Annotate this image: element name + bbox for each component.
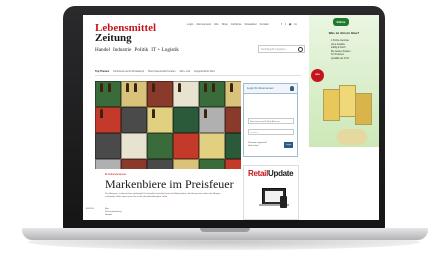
search-icon[interactable] (298, 47, 303, 52)
trial-link[interactable]: Jetzt testen! (248, 145, 267, 148)
top-link-abonnement[interactable]: Abonnement (196, 23, 211, 26)
beer-crate (173, 159, 199, 169)
nav-politik[interactable]: Politik (134, 47, 148, 53)
subnav-item[interactable]: Streit Supermarkt Kunden (148, 70, 176, 73)
beer-bottle (100, 109, 103, 118)
article-headline[interactable]: Markenbiere im Preisfeuer (105, 177, 234, 192)
beer-crate (199, 133, 225, 159)
beer-crate (95, 159, 121, 169)
top-link-shop[interactable]: Shop (222, 23, 228, 26)
beer-crate (121, 133, 147, 159)
subnav-item[interactable]: Sortimente durch Preiskampf (113, 70, 144, 73)
beer-crate (121, 159, 147, 169)
article-tags: Bier Preisentwicklung Handel (105, 208, 121, 218)
nav-it-logistik[interactable]: IT + Logistik (151, 47, 179, 53)
beer-bottle (152, 109, 155, 118)
ad-title: Was ist drin im Glas? (328, 31, 360, 35)
top-link-kontakt[interactable]: Kontakt (260, 23, 269, 26)
beer-crate (147, 159, 173, 169)
main-nav: Handel Industrie Politik IT + Logistik (95, 47, 179, 53)
beer-bottle (134, 83, 137, 92)
retail-logo-part1: Retail (248, 169, 268, 178)
login-box: Login für Abonnenten Benutzername/E-Mail… (243, 83, 298, 157)
beer-bottle (230, 83, 233, 92)
header: Lebensmittel Zeitung Login Abonnement Ab… (83, 15, 305, 59)
beer-crate (173, 81, 199, 107)
beer-crate (225, 133, 241, 159)
top-link-login[interactable]: Login (187, 23, 193, 26)
search-placeholder: Suchbegriff eingeben... (261, 48, 288, 51)
hero-image-beer-crates[interactable] (95, 81, 241, 169)
password-field[interactable]: •••••••••• (248, 129, 294, 135)
advertisement[interactable]: Kühne Was ist drin im Glas? 1 Kühne Gemü… (309, 15, 379, 147)
beer-crate (173, 107, 199, 133)
retail-update-logo: RetailUpdate (248, 169, 294, 178)
beer-bottle (204, 83, 207, 92)
username-field[interactable]: Benutzername/E-Mail-Adresse (248, 118, 294, 124)
rss-icon[interactable]: ◉ (289, 22, 292, 26)
nav-industrie[interactable]: Industrie (113, 47, 131, 53)
top-link-jobs[interactable]: Jobbörse (231, 23, 242, 26)
username-placeholder: Benutzername/E-Mail-Adresse (250, 121, 280, 123)
beer-crate (95, 107, 121, 133)
linkedin-icon[interactable]: in (294, 22, 296, 26)
beer-bottle (100, 83, 103, 92)
beer-crate (199, 159, 225, 169)
top-link-newsletter[interactable]: Newsletter (244, 23, 256, 26)
subnav-item[interactable]: Aldi + Lidl (180, 70, 190, 73)
beer-bottle (212, 83, 215, 92)
beer-bottle (108, 83, 111, 92)
beer-crate (147, 107, 173, 133)
article-teaser: Der Bierpreis ist derzeit hart umkämpft:… (105, 193, 225, 200)
top-links: Login Abonnement Abo Shop Jobbörse Newsl… (187, 23, 269, 26)
beer-bottle (178, 83, 181, 92)
ad-bullets: 1 Kühne Gemüse ohne Zusätze kräftig & fr… (331, 40, 371, 62)
social-icons: f t ◉ in (281, 22, 297, 26)
logo-line2: Zeitung (95, 32, 132, 44)
retail-logo-part2: Update (268, 169, 294, 178)
ad-bullet: Qualität seit 1722 (331, 57, 349, 60)
beer-crate (225, 81, 241, 107)
article-tag-item[interactable]: Handel (105, 214, 121, 217)
subnav-item[interactable]: Top-Themen (95, 70, 109, 73)
top-link-abo[interactable]: Abo (214, 23, 219, 26)
phone-image (280, 196, 287, 208)
login-links: Passwort vergessen? Jetzt testen! (248, 142, 267, 148)
beer-crate (173, 133, 199, 159)
twitter-icon[interactable]: t (285, 22, 286, 26)
ad-badge: NEU (311, 69, 324, 82)
subnav: Top-Themen Sortimente durch Preiskampf S… (95, 70, 301, 76)
site-logo[interactable]: Lebensmittel Zeitung (95, 23, 156, 44)
beer-bottle (152, 83, 155, 92)
beer-crate (121, 107, 147, 133)
laptop-notch (200, 228, 250, 232)
beer-bottle (204, 109, 207, 118)
beer-crate (225, 159, 241, 169)
laptop-screen: Lebensmittel Zeitung Login Abonnement Ab… (83, 15, 379, 220)
beer-crate (95, 133, 121, 159)
login-button[interactable]: Login (284, 142, 293, 148)
user-icon (290, 86, 294, 91)
password-value: •••••••••• (250, 132, 258, 134)
subnav-item[interactable]: Vorgeschichte Wort (194, 70, 215, 73)
ad-brand-logo: Kühne (333, 18, 349, 26)
ad-product-pack (355, 93, 372, 125)
beer-crate (225, 107, 241, 133)
beer-bottle (126, 83, 129, 92)
read-more-link[interactable]: mehr (162, 196, 167, 198)
beer-crate (199, 107, 225, 133)
article-tag[interactable]: Einzelhandelspreise (105, 173, 126, 176)
retail-update-banner[interactable]: RetailUpdate (243, 165, 299, 220)
ad-product-pack (339, 85, 356, 117)
ad-product-pack (323, 89, 340, 121)
nav-handel[interactable]: Handel (95, 47, 110, 53)
ad-food-image (337, 129, 367, 145)
beer-crate (147, 81, 173, 107)
article-sidebar-label: ANZEIGE (86, 208, 94, 210)
facebook-icon[interactable]: f (281, 22, 282, 26)
search-input[interactable]: Suchbegriff eingeben... (258, 45, 305, 53)
beer-crate (147, 133, 173, 159)
